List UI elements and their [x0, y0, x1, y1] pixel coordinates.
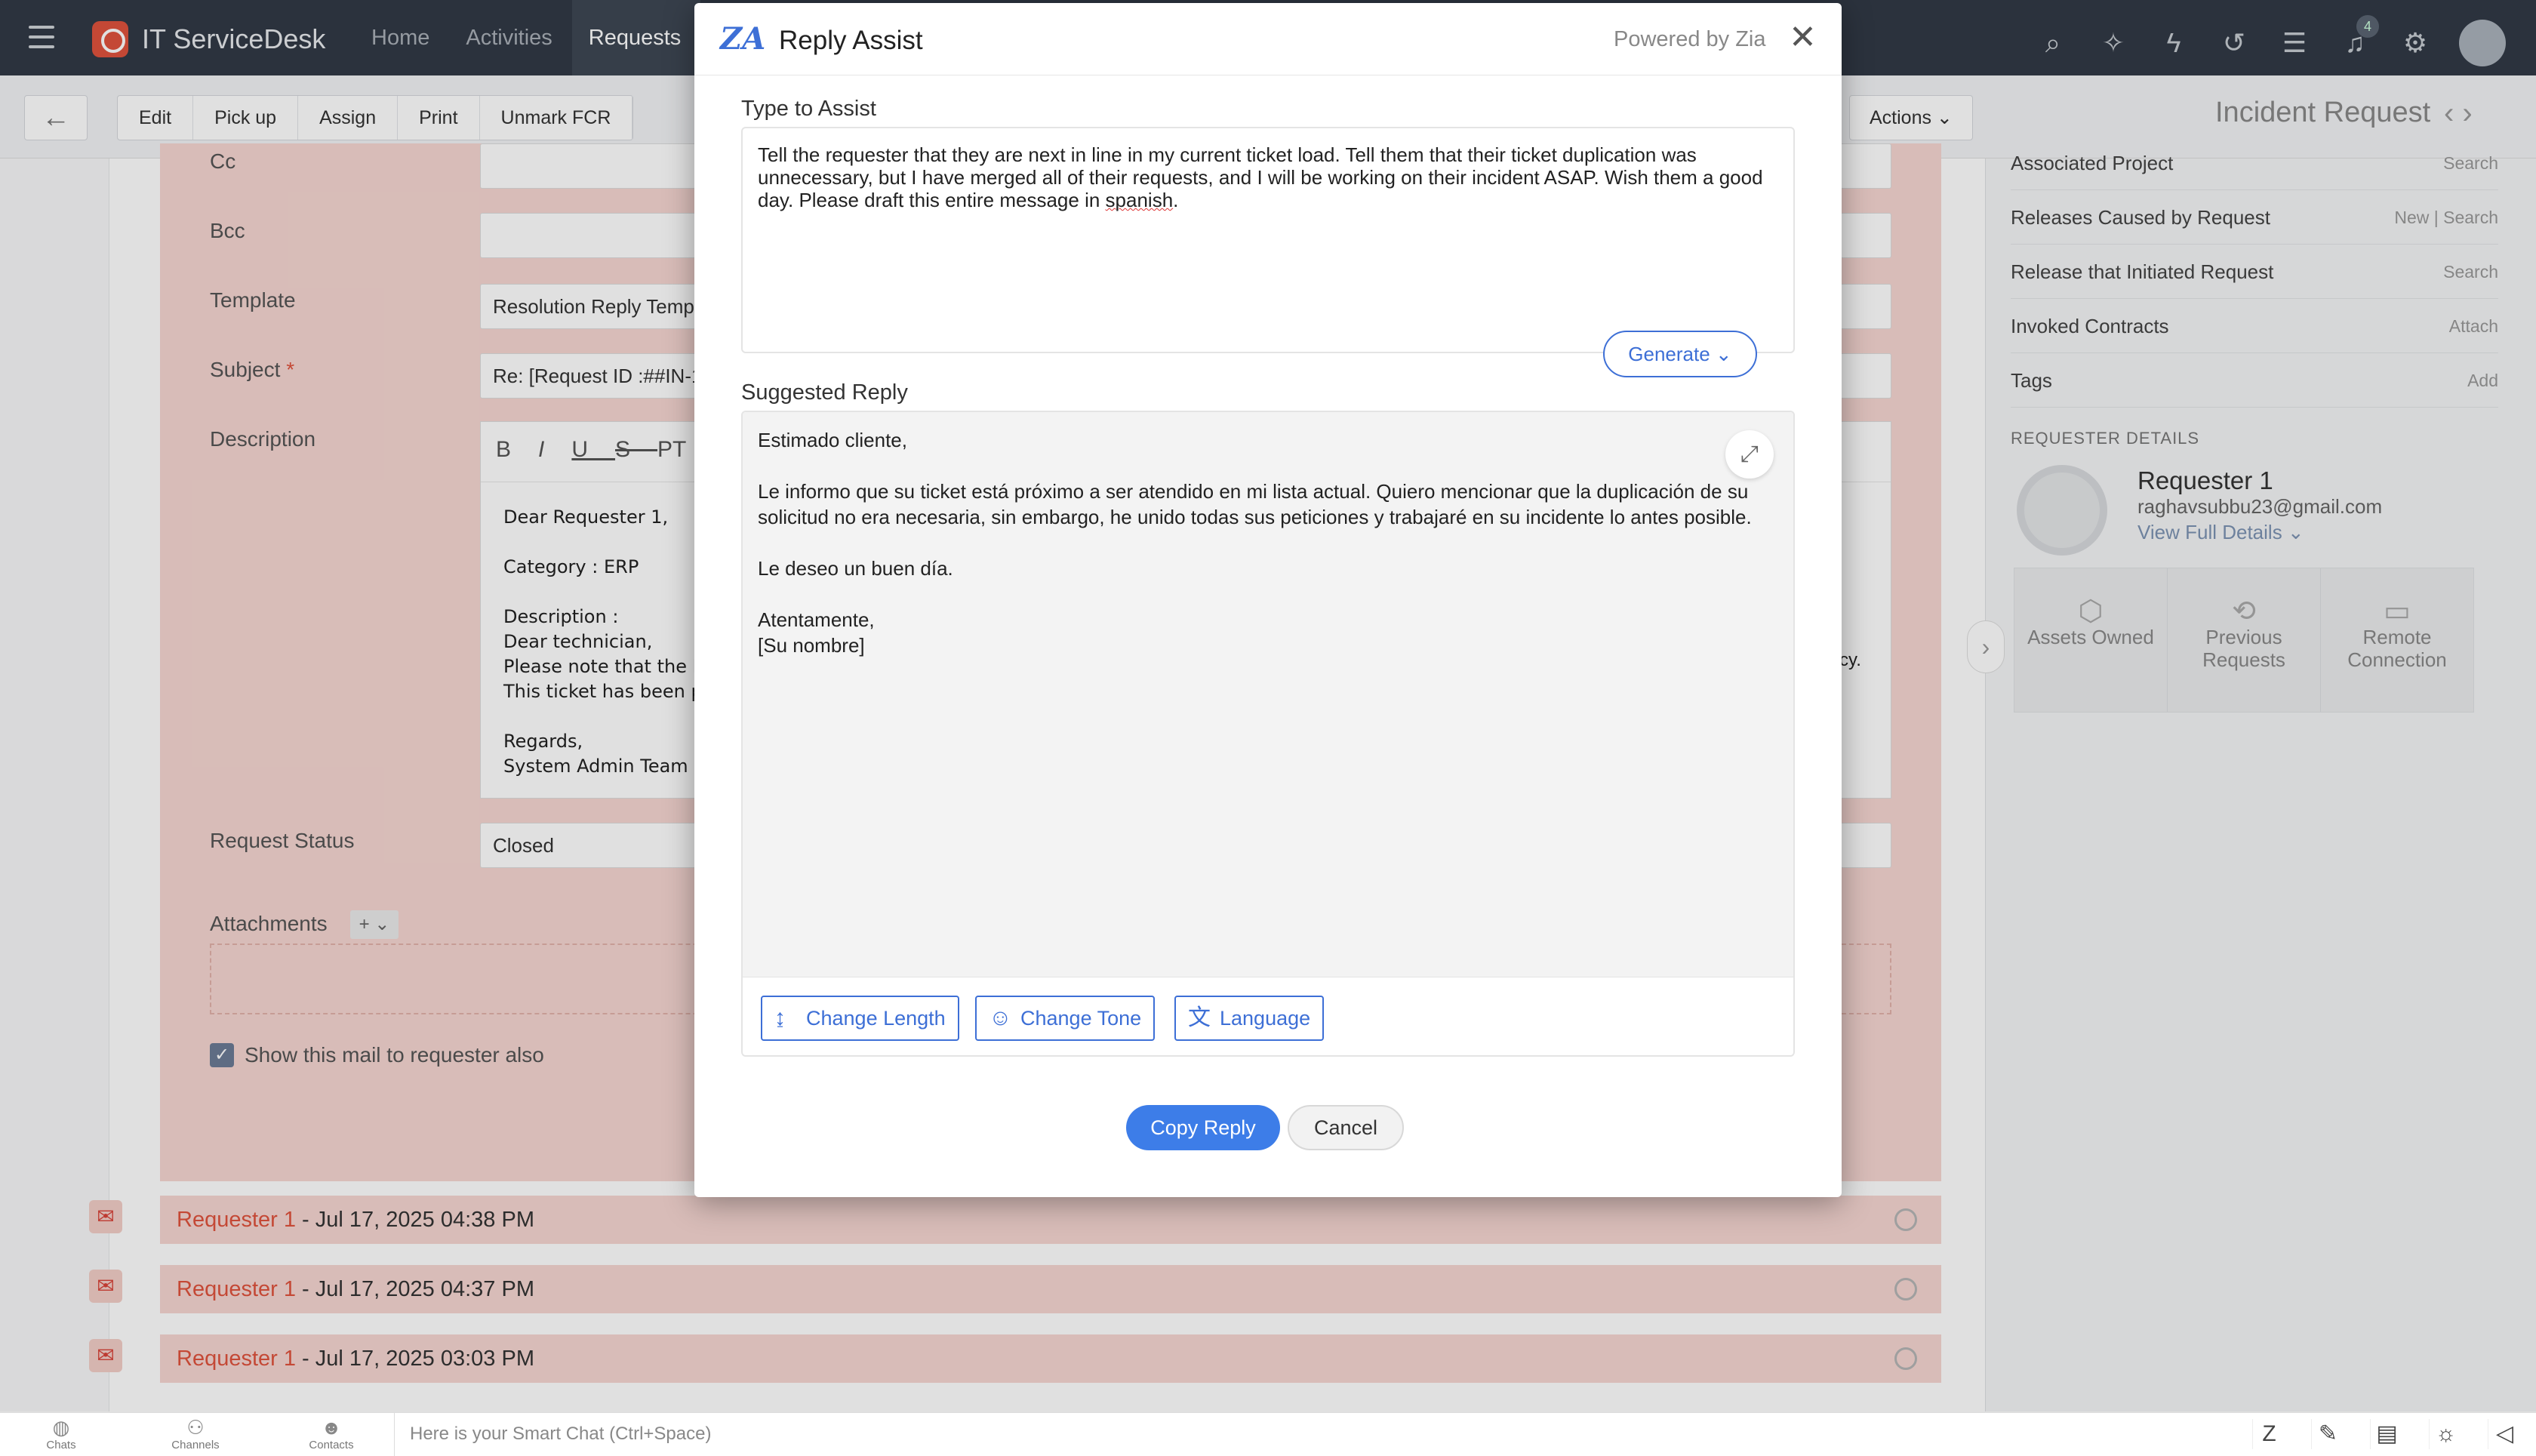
smart-chat-input[interactable]: Here is your Smart Chat (Ctrl+Space) — [394, 1412, 2205, 1456]
reply-options-bar: ↨ Change Length ☺ Change Tone 文 Language — [743, 977, 1793, 1055]
reply-wish: Le deseo un buen día. — [758, 557, 953, 580]
language-label: Language — [1220, 1007, 1311, 1030]
prompt-end: . — [1173, 189, 1179, 211]
prompt-text: Tell the requester that they are next in… — [758, 143, 1763, 211]
change-length-label: Change Length — [806, 1007, 946, 1030]
cancel-button[interactable]: Cancel — [1288, 1105, 1404, 1150]
translate-icon: 文 — [1188, 1005, 1211, 1030]
app-root: IT ServiceDesk Home Activities Requests … — [0, 0, 2536, 1456]
chevron-down-icon: ⌄ — [1715, 343, 1732, 365]
prompt-misspelled-word: spanish — [1105, 189, 1174, 211]
expand-icon[interactable]: ⤢ — [1725, 430, 1774, 479]
lightbulb-icon[interactable]: ☼ — [2429, 1419, 2462, 1449]
close-icon[interactable]: ✕ — [1789, 21, 1817, 54]
contacts-label: Contacts — [309, 1439, 354, 1451]
suggested-reply-label: Suggested Reply — [741, 380, 908, 405]
chat-icon: ◍ — [52, 1416, 70, 1439]
reply-assist-modal: ZA Reply Assist Powered by Zia ✕ Type to… — [694, 3, 1842, 1197]
contacts-icon: ☻ — [321, 1416, 342, 1439]
language-button[interactable]: 文 Language — [1174, 996, 1325, 1041]
message-icon[interactable]: ▤ — [2370, 1419, 2403, 1449]
change-tone-label: Change Tone — [1020, 1007, 1142, 1030]
suggested-reply-text[interactable]: Estimado cliente, Le informo que su tick… — [743, 412, 1793, 977]
bottom-right-icons: Z ✎ ▤ ☼ ◁ — [2252, 1419, 2521, 1449]
reply-greeting: Estimado cliente, — [758, 429, 907, 451]
copy-reply-button[interactable]: Copy Reply — [1126, 1105, 1280, 1150]
reply-closing: Atentamente, — [758, 608, 875, 631]
generate-button[interactable]: Generate ⌄ — [1603, 331, 1757, 377]
modal-header: ZA Reply Assist Powered by Zia ✕ — [694, 3, 1842, 75]
smiley-icon: ☺ — [989, 1005, 1012, 1030]
type-to-assist-label: Type to Assist — [741, 97, 876, 121]
modal-title: Reply Assist — [779, 26, 923, 55]
zia-logo-icon: ZA — [720, 21, 766, 57]
change-length-button[interactable]: ↨ Change Length — [761, 996, 959, 1041]
contacts-tab[interactable]: ☻ Contacts — [297, 1416, 365, 1451]
change-tone-button[interactable]: ☺ Change Tone — [975, 996, 1156, 1041]
zia-icon[interactable]: Z — [2252, 1419, 2285, 1449]
length-icon: ↨ — [774, 1005, 786, 1030]
reply-body: Le informo que su ticket está próximo a … — [758, 480, 1752, 528]
suggested-reply-box: Estimado cliente, Le informo que su tick… — [741, 411, 1795, 1057]
reply-signature: [Su nombre] — [758, 634, 865, 657]
channels-icon: ⚇ — [186, 1416, 205, 1439]
channels-label: Channels — [171, 1439, 220, 1451]
powered-by-label: Powered by Zia — [1614, 27, 1766, 51]
chats-tab[interactable]: ◍ Chats — [27, 1416, 95, 1451]
assist-prompt-textarea[interactable]: Tell the requester that they are next in… — [741, 127, 1795, 353]
megaphone-icon[interactable]: ◁ — [2488, 1419, 2521, 1449]
chats-label: Chats — [46, 1439, 76, 1451]
compose-icon[interactable]: ✎ — [2311, 1419, 2344, 1449]
channels-tab[interactable]: ⚇ Channels — [162, 1416, 229, 1451]
generate-label: Generate — [1628, 343, 1710, 365]
